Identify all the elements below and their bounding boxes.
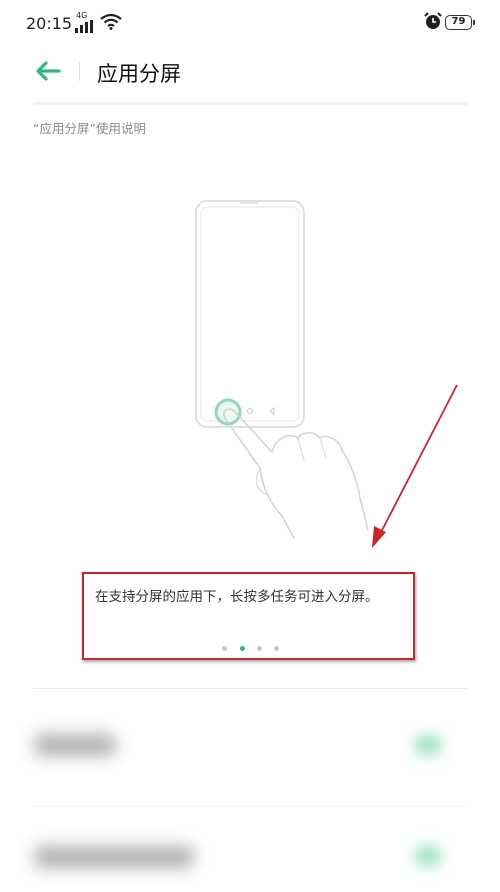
back-arrow-icon[interactable]	[32, 56, 62, 86]
section-divider	[33, 688, 467, 689]
page-dot-3[interactable]	[257, 646, 262, 651]
row-divider	[33, 806, 467, 807]
alarm-icon	[424, 12, 442, 29]
blurred-label	[34, 846, 194, 868]
tip-text: 在支持分屏的应用下，长按多任务可进入分屏。	[95, 589, 379, 605]
page-dot-2[interactable]	[240, 646, 245, 651]
instructions-heading: “应用分屏”使用说明	[33, 121, 146, 136]
wifi-icon	[100, 13, 122, 30]
blurred-label	[34, 734, 116, 756]
annotation-arrow	[372, 384, 458, 548]
page-title: 应用分屏	[97, 62, 181, 86]
header-separator	[79, 62, 80, 81]
status-time: 20:15	[26, 14, 73, 33]
settings-row-1-blurred[interactable]	[0, 714, 500, 774]
battery-icon: 79	[445, 15, 475, 30]
header-divider	[33, 102, 467, 105]
page-indicator	[222, 646, 282, 654]
blurred-toggle[interactable]	[414, 735, 442, 755]
signal-icon	[75, 20, 93, 33]
network-type-label: 4G	[76, 11, 88, 20]
page-dot-1[interactable]	[222, 646, 227, 651]
settings-row-2-blurred[interactable]	[0, 832, 500, 892]
blurred-toggle[interactable]	[414, 846, 442, 866]
page-dot-4[interactable]	[274, 646, 279, 651]
